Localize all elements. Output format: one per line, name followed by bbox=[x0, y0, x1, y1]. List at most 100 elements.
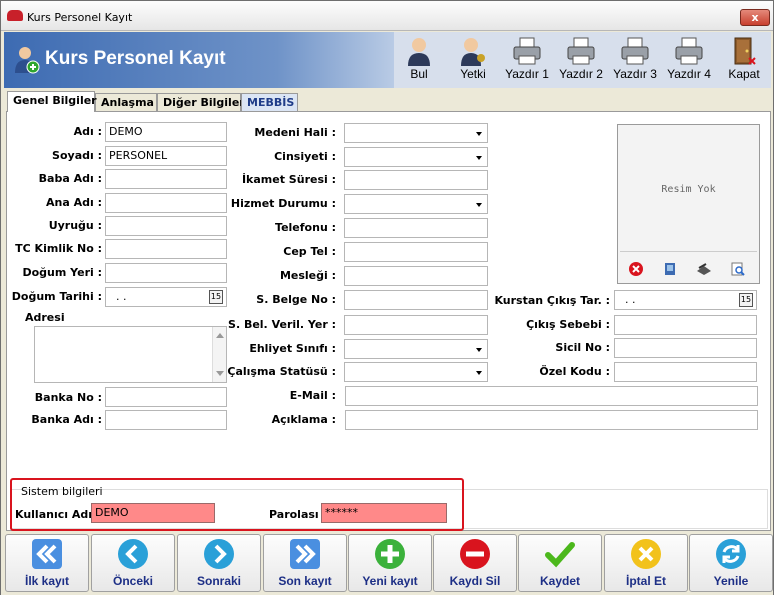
chevron-down-icon bbox=[476, 132, 482, 136]
tab-agreement[interactable]: Anlaşma bbox=[95, 93, 157, 111]
first-record-label: İlk kayıt bbox=[24, 574, 70, 588]
bank-no-field[interactable] bbox=[105, 387, 227, 407]
scanner-icon[interactable] bbox=[696, 261, 712, 277]
print-2-button[interactable]: Yazdır 2 bbox=[555, 34, 607, 86]
cancel-button[interactable]: İptal Et bbox=[604, 534, 688, 592]
gender-select[interactable] bbox=[344, 147, 488, 167]
print-2-label: Yazdır 2 bbox=[559, 67, 603, 81]
phone-label: Telefonu : bbox=[275, 221, 336, 234]
printer-icon bbox=[567, 37, 595, 65]
header: Kurs Personel Kayıt Bul Yetki Yazdır 1 Y… bbox=[4, 32, 771, 88]
father-name-field[interactable] bbox=[105, 169, 227, 189]
tab-other-info[interactable]: Diğer Bilgiler bbox=[157, 93, 245, 111]
next-button[interactable]: Sonraki bbox=[177, 534, 261, 592]
email-field[interactable] bbox=[345, 386, 758, 406]
name-field[interactable]: DEMO bbox=[105, 122, 227, 142]
permission-label: Yetki bbox=[460, 67, 486, 81]
navigation-bar: İlk kayıt Önceki Sonraki Son kayıt Yeni … bbox=[1, 533, 773, 595]
scroll-down-icon[interactable] bbox=[216, 371, 224, 376]
find-button[interactable]: Bul bbox=[402, 34, 436, 86]
license-place-field[interactable] bbox=[344, 315, 488, 335]
surname-label: Soyadı : bbox=[52, 149, 102, 162]
marital-status-select[interactable] bbox=[344, 123, 488, 143]
last-record-icon bbox=[290, 539, 320, 569]
bank-name-field[interactable] bbox=[105, 410, 227, 430]
nationality-field[interactable] bbox=[105, 216, 227, 236]
profession-label: Mesleği : bbox=[279, 269, 336, 282]
surname-field[interactable]: PERSONEL bbox=[105, 146, 227, 166]
highlight-frame bbox=[10, 478, 464, 531]
new-record-button[interactable]: Yeni kayıt bbox=[348, 534, 432, 592]
mobile-label: Cep Tel : bbox=[283, 245, 336, 258]
banner: Kurs Personel Kayıt bbox=[4, 32, 394, 88]
person-key-icon bbox=[461, 38, 485, 66]
chevron-down-icon bbox=[476, 203, 482, 207]
tab-general[interactable]: Genel Bilgiler bbox=[7, 91, 97, 112]
mother-name-label: Ana Adı : bbox=[46, 196, 102, 209]
first-record-button[interactable]: İlk kayıt bbox=[5, 534, 89, 592]
previous-record-icon bbox=[118, 539, 148, 569]
close-form-label: Kapat bbox=[728, 67, 760, 81]
delete-record-button[interactable]: Kaydı Sil bbox=[433, 534, 517, 592]
license-no-field[interactable] bbox=[344, 290, 488, 310]
last-record-button[interactable]: Son kayıt bbox=[263, 534, 347, 592]
registry-no-field[interactable] bbox=[614, 338, 757, 358]
service-status-select[interactable] bbox=[344, 194, 488, 214]
description-field[interactable] bbox=[345, 410, 758, 430]
open-photo-icon[interactable] bbox=[662, 261, 678, 277]
close-form-button[interactable]: Kapat bbox=[724, 34, 764, 86]
bank-no-label: Banka No : bbox=[34, 391, 102, 404]
scroll-up-icon[interactable] bbox=[216, 333, 224, 338]
bank-name-label: Banka Adı : bbox=[31, 413, 102, 426]
calendar-icon[interactable]: 15 bbox=[739, 293, 753, 307]
printer-icon bbox=[675, 37, 703, 65]
name-label: Adı : bbox=[73, 125, 102, 138]
mobile-field[interactable] bbox=[344, 242, 488, 262]
exit-reason-field[interactable] bbox=[614, 315, 757, 335]
printer-icon bbox=[513, 37, 541, 65]
print-3-button[interactable]: Yazdır 3 bbox=[609, 34, 661, 86]
address-field[interactable] bbox=[34, 326, 227, 383]
car-icon bbox=[7, 10, 23, 21]
work-status-select[interactable] bbox=[344, 362, 488, 382]
next-label: Sonraki bbox=[196, 574, 241, 588]
exit-date-field[interactable]: . . 15 bbox=[614, 290, 757, 310]
special-code-field[interactable] bbox=[614, 362, 757, 382]
birthdate-value: . . bbox=[116, 290, 127, 303]
marital-status-label: Medeni Hali : bbox=[254, 126, 336, 139]
print-4-button[interactable]: Yazdır 4 bbox=[663, 34, 715, 86]
refresh-icon bbox=[716, 539, 746, 569]
last-record-label: Son kayıt bbox=[278, 574, 332, 588]
address-scrollbar[interactable] bbox=[212, 327, 226, 382]
mother-name-field[interactable] bbox=[105, 193, 227, 213]
birthplace-field[interactable] bbox=[105, 263, 227, 283]
print-3-label: Yazdır 3 bbox=[613, 67, 657, 81]
profession-field[interactable] bbox=[344, 266, 488, 286]
save-button[interactable]: Kaydet bbox=[518, 534, 602, 592]
address-label: Adresi bbox=[25, 311, 65, 324]
license-no-label: S. Belge No : bbox=[256, 293, 336, 306]
exit-date-value: . . bbox=[625, 293, 636, 306]
save-label: Kaydet bbox=[539, 574, 580, 588]
title-bar: Kurs Personel Kayıt x bbox=[1, 1, 773, 31]
exit-door-icon bbox=[734, 37, 756, 65]
calendar-icon[interactable]: 15 bbox=[209, 290, 223, 304]
birthdate-field[interactable]: . . 15 bbox=[105, 287, 227, 307]
tc-id-field[interactable] bbox=[105, 239, 227, 259]
license-class-label: Ehliyet Sınıfı : bbox=[249, 342, 336, 355]
refresh-button[interactable]: Yenile bbox=[689, 534, 773, 592]
permission-button[interactable]: Yetki bbox=[454, 34, 492, 86]
previous-button[interactable]: Önceki bbox=[91, 534, 175, 592]
residence-period-field[interactable] bbox=[344, 170, 488, 190]
birthdate-label: Doğum Tarihi : bbox=[11, 290, 102, 303]
zoom-photo-icon[interactable] bbox=[730, 261, 746, 277]
print-1-button[interactable]: Yazdır 1 bbox=[501, 34, 553, 86]
license-class-select[interactable] bbox=[344, 339, 488, 359]
tab-mebbis[interactable]: MEBBİS bbox=[241, 93, 298, 111]
add-person-icon bbox=[15, 47, 40, 74]
email-label: E-Mail : bbox=[289, 389, 336, 402]
photo-placeholder: Resim Yok bbox=[620, 127, 757, 252]
delete-photo-icon[interactable] bbox=[628, 261, 644, 277]
phone-field[interactable] bbox=[344, 218, 488, 238]
close-button[interactable]: x bbox=[740, 9, 770, 26]
